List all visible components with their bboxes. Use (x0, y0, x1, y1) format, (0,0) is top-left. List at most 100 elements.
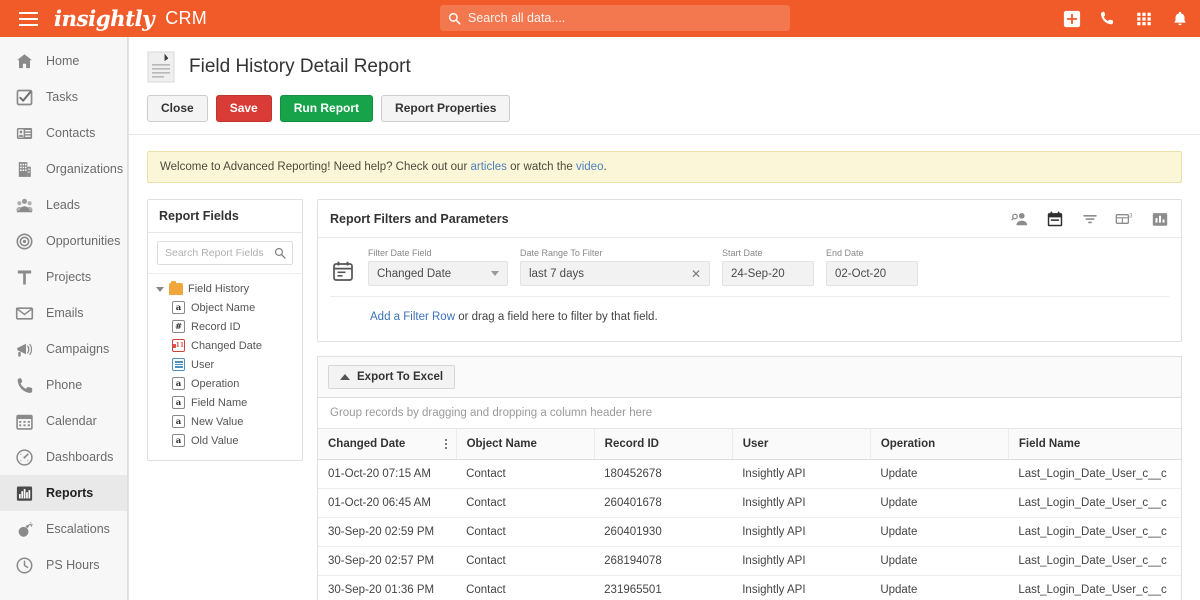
chart-icon[interactable] (1150, 209, 1169, 228)
column-header-label: Object Name (467, 438, 537, 450)
sidebar-item-organizations[interactable]: Organizations (0, 151, 127, 187)
calendar-icon[interactable] (1045, 209, 1064, 228)
sidebar-item-label: Emails (46, 306, 84, 320)
report-field-label: New Value (191, 416, 243, 428)
sidebar-item-ps-hours[interactable]: PS Hours (0, 547, 127, 583)
sidebar-item-campaigns[interactable]: Campaigns (0, 331, 127, 367)
sidebar-item-opportunities[interactable]: Opportunities (0, 223, 127, 259)
table-cell: Last_Login_Date_User_c__c (1008, 489, 1181, 518)
report-field-item[interactable]: a New Value (148, 412, 302, 431)
report-field-item[interactable]: User (148, 355, 302, 374)
chevron-down-icon[interactable] (156, 287, 164, 292)
tree-root-field-history[interactable]: Field History (148, 280, 302, 298)
report-field-item[interactable]: aObject Name (148, 298, 302, 317)
phone-handset-icon (14, 375, 34, 395)
table-cell-link[interactable]: Insightly API (732, 489, 870, 518)
sidebar-item-calendar[interactable]: Calendar (0, 403, 127, 439)
table-cell: Contact (456, 518, 594, 547)
column-header[interactable]: Record ID (594, 429, 732, 460)
column-menu-icon[interactable] (445, 439, 447, 449)
filter-date-field-group: Filter Date Field Changed Date (368, 248, 508, 286)
table-cell-link[interactable]: 231965501 (594, 576, 732, 600)
sidebar-item-escalations[interactable]: Escalations (0, 511, 127, 547)
sidebar-item-phone[interactable]: Phone (0, 367, 127, 403)
column-header[interactable]: Object Name (456, 429, 594, 460)
filter-date-field-label: Filter Date Field (368, 248, 508, 258)
column-header[interactable]: Field Name (1008, 429, 1181, 460)
filter-date-field-select[interactable]: Changed Date (368, 261, 508, 286)
add-filter-row-hint: or drag a field here to filter by that f… (455, 311, 658, 323)
filter-icon[interactable] (1080, 209, 1099, 228)
sidebar-item-leads[interactable]: Leads (0, 187, 127, 223)
run-report-button[interactable]: Run Report (280, 95, 373, 122)
table-cell: Contact (456, 460, 594, 489)
report-field-item[interactable]: #Record ID (148, 317, 302, 336)
global-search[interactable] (440, 5, 790, 31)
filters-title: Report Filters and Parameters (330, 212, 509, 226)
table-row[interactable]: 01-Oct-20 06:45 AMContact260401678Insigh… (318, 489, 1181, 518)
table-row[interactable]: 01-Oct-20 07:15 AMContact180452678Insigh… (318, 460, 1181, 489)
report-field-label: Changed Date (191, 340, 262, 352)
articles-link[interactable]: articles (470, 161, 506, 173)
table-cell-link[interactable]: Insightly API (732, 547, 870, 576)
video-link[interactable]: video (576, 161, 604, 173)
date-range-select[interactable]: last 7 days ✕ (520, 261, 710, 286)
table-row[interactable]: 30-Sep-20 02:59 PMContact260401930Insigh… (318, 518, 1181, 547)
report-field-item[interactable]: aOld Value (148, 431, 302, 450)
leads-people-icon (14, 195, 34, 215)
report-field-item[interactable]: aField Name (148, 393, 302, 412)
bell-icon[interactable] (1170, 9, 1190, 29)
sidebar-item-contacts[interactable]: Contacts (0, 115, 127, 151)
table-cell-link[interactable]: 180452678 (594, 460, 732, 489)
table-cell-link[interactable]: 268194078 (594, 547, 732, 576)
table-cell: 01-Oct-20 06:45 AM (318, 489, 456, 518)
apps-grid-icon[interactable] (1134, 9, 1154, 29)
person-search-icon[interactable] (1010, 209, 1029, 228)
end-date-input[interactable]: 02-Oct-20 (826, 261, 918, 286)
report-fields-search[interactable] (157, 241, 293, 265)
text-field-icon: a (172, 415, 185, 428)
report-properties-button[interactable]: Report Properties (381, 95, 510, 122)
chevron-down-icon (491, 271, 499, 276)
phone-icon[interactable] (1098, 9, 1118, 29)
report-toolbar: Close Save Run Report Report Properties (129, 95, 1200, 135)
sidebar-item-label: Dashboards (46, 450, 113, 464)
table-cell-link[interactable]: 260401930 (594, 518, 732, 547)
sidebar-item-dashboards[interactable]: Dashboards (0, 439, 127, 475)
sidebar-item-home[interactable]: Home (0, 43, 127, 79)
export-to-excel-button[interactable]: Export To Excel (328, 365, 455, 389)
add-filter-row-link[interactable]: Add a Filter Row (370, 311, 455, 323)
save-button[interactable]: Save (216, 95, 272, 122)
column-header[interactable]: Operation (870, 429, 1008, 460)
filter-calendar-icon[interactable] (330, 258, 356, 284)
start-date-input[interactable]: 24-Sep-20 (722, 261, 814, 286)
sidebar-item-emails[interactable]: Emails (0, 295, 127, 331)
group-drop-area[interactable]: Group records by dragging and dropping a… (318, 397, 1181, 429)
table-cell-link[interactable]: Insightly API (732, 576, 870, 600)
table-row[interactable]: 30-Sep-20 02:57 PMContact268194078Insigh… (318, 547, 1181, 576)
table-cell-link[interactable]: Insightly API (732, 518, 870, 547)
clear-icon[interactable]: ✕ (691, 267, 701, 281)
table-cell-link[interactable]: Insightly API (732, 460, 870, 489)
export-bar: Export To Excel (318, 357, 1181, 397)
add-icon[interactable] (1062, 9, 1082, 29)
notice-text-1: Welcome to Advanced Reporting! Need help… (160, 161, 470, 173)
notice-text-2: or watch the (507, 161, 576, 173)
sidebar-item-tasks[interactable]: Tasks (0, 79, 127, 115)
close-button[interactable]: Close (147, 95, 208, 122)
hamburger-menu-icon[interactable] (8, 0, 48, 37)
report-fields-search-input[interactable] (158, 242, 292, 264)
table-columns-icon[interactable]: 3 (1115, 209, 1134, 228)
end-date-label: End Date (826, 248, 918, 258)
sidebar-item-reports[interactable]: Reports (0, 475, 127, 511)
table-cell-link[interactable]: 260401678 (594, 489, 732, 518)
report-field-label: User (191, 359, 214, 371)
page-header: Field History Detail Report (129, 37, 1200, 95)
report-field-item[interactable]: aOperation (148, 374, 302, 393)
column-header[interactable]: User (732, 429, 870, 460)
table-row[interactable]: 30-Sep-20 01:36 PMContact231965501Insigh… (318, 576, 1181, 600)
report-field-item[interactable]: 11Changed Date (148, 336, 302, 355)
column-header[interactable]: Changed Date (318, 429, 456, 460)
sidebar-item-projects[interactable]: Projects (0, 259, 127, 295)
search-input[interactable] (468, 11, 782, 25)
